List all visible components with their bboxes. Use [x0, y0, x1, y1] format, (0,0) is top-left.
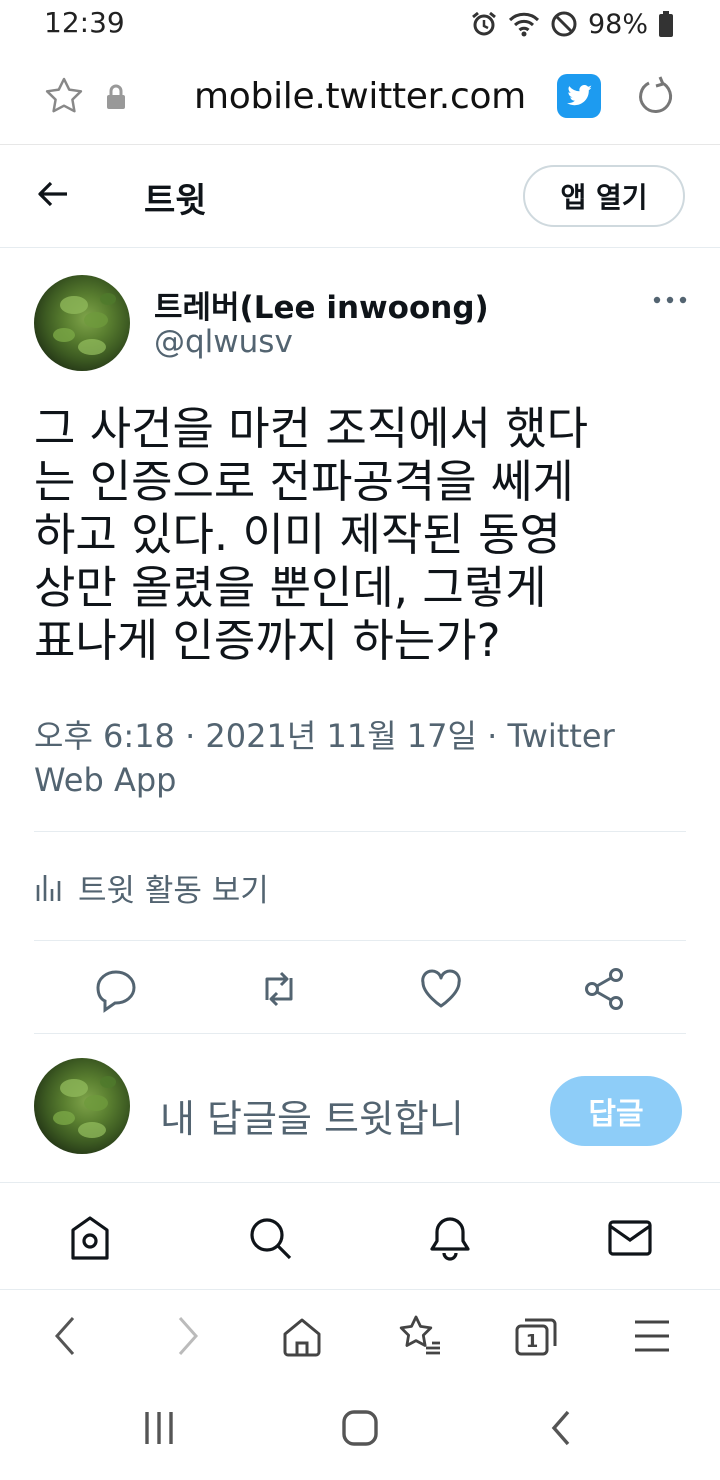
reply-icon[interactable] — [91, 964, 141, 1014]
tweet-activity-link[interactable]: 트윗 활동 보기 — [34, 862, 269, 912]
divider — [34, 1033, 686, 1034]
share-icon[interactable] — [579, 964, 629, 1014]
wifi-icon — [508, 10, 540, 38]
tabs-icon[interactable]: 1 — [512, 1312, 560, 1360]
divider — [34, 940, 686, 941]
do-not-disturb-icon — [550, 10, 578, 38]
analytics-icon — [34, 871, 62, 903]
avatar[interactable] — [34, 275, 130, 371]
home-circle-icon[interactable] — [336, 1404, 384, 1452]
notifications-icon[interactable] — [425, 1213, 475, 1263]
search-icon[interactable] — [245, 1213, 295, 1263]
author-name[interactable]: 트레버(Lee inwoong) — [154, 282, 489, 327]
retweet-icon[interactable] — [254, 964, 304, 1014]
more-options-icon[interactable] — [650, 285, 690, 315]
page-title: 트윗 — [144, 181, 207, 221]
battery-icon — [658, 10, 674, 38]
messages-icon[interactable] — [605, 1213, 655, 1263]
status-bar: 12:39 98% — [0, 0, 720, 48]
back-icon[interactable] — [43, 1312, 91, 1360]
menu-icon[interactable] — [628, 1312, 676, 1360]
tweet-timestamp: 오후 6:18 · 2021년 11월 17일 · Twitter Web Ap… — [34, 714, 674, 802]
alarm-icon — [470, 10, 498, 38]
back-arrow-icon[interactable] — [36, 177, 70, 211]
page-header: 트윗 앱 열기 — [0, 145, 720, 248]
divider — [34, 831, 686, 832]
open-app-button[interactable]: 앱 열기 — [523, 165, 685, 227]
tweet-source[interactable]: Web App — [34, 758, 674, 802]
reply-button[interactable]: 답글 — [550, 1076, 682, 1146]
twitter-icon[interactable] — [557, 74, 601, 118]
recents-icon[interactable] — [135, 1404, 183, 1452]
reply-input[interactable]: 내 답글을 트윗합니 — [160, 1088, 464, 1143]
like-icon[interactable] — [416, 964, 466, 1014]
tweet-timestamp-line[interactable]: 오후 6:18 · 2021년 11월 17일 · Twitter — [34, 714, 674, 758]
reply-avatar — [34, 1058, 130, 1154]
status-time: 12:39 — [44, 6, 125, 39]
forward-icon[interactable] — [162, 1312, 210, 1360]
url-text[interactable]: mobile.twitter.com — [0, 76, 720, 117]
browser-url-bar: mobile.twitter.com — [0, 52, 720, 145]
battery-percent: 98% — [587, 8, 648, 40]
svg-text:1: 1 — [526, 1331, 539, 1352]
twitter-bottom-nav — [0, 1182, 720, 1290]
home-icon[interactable] — [65, 1213, 115, 1263]
bookmarks-icon[interactable] — [396, 1312, 444, 1360]
tweet-text: 그 사건을 마컨 조직에서 했다 는 인증으로 전파공격을 쎄게 하고 있다. … — [34, 402, 589, 667]
refresh-icon[interactable] — [636, 76, 676, 116]
status-icons: 98% — [470, 8, 674, 40]
activity-label: 트윗 활동 보기 — [78, 872, 269, 909]
author-handle[interactable]: @qlwusv — [154, 324, 293, 360]
browser-home-icon[interactable] — [278, 1312, 326, 1360]
system-back-icon[interactable] — [538, 1404, 586, 1452]
